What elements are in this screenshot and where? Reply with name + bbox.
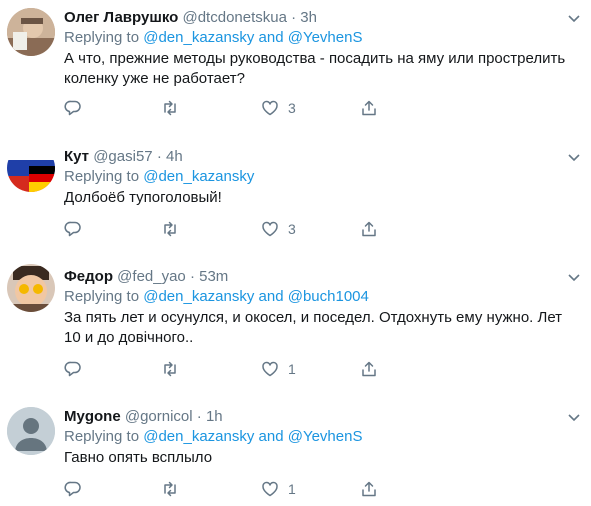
timestamp[interactable]: 53m xyxy=(199,268,228,285)
mention-link[interactable]: @YevhenS xyxy=(288,428,363,445)
retweet-button[interactable] xyxy=(161,479,188,499)
like-count: 3 xyxy=(288,221,296,237)
share-button[interactable] xyxy=(360,359,378,379)
separator: · xyxy=(196,408,202,425)
user-handle[interactable]: @dtcdonetskua xyxy=(182,9,286,26)
chevron-down-icon[interactable] xyxy=(567,410,581,424)
retweet-icon xyxy=(164,221,176,237)
retweet-button[interactable] xyxy=(161,98,188,118)
separator: · xyxy=(291,9,297,26)
tweet[interactable]: Олег Лаврушко @dtcdonetskua · 3h Replyin… xyxy=(0,0,591,134)
reply-icon xyxy=(64,481,81,497)
like-icon xyxy=(262,481,278,497)
reply-button[interactable] xyxy=(64,479,91,499)
avatar[interactable] xyxy=(7,8,55,56)
mention-link[interactable]: @den_kazansky xyxy=(143,428,254,445)
replying-to: Replying to @den_kazansky xyxy=(64,168,255,185)
share-icon xyxy=(362,481,376,497)
like-button[interactable]: 3 xyxy=(261,219,296,239)
tweet[interactable]: Mygone @gornicol · 1h Replying to @den_k… xyxy=(0,393,591,506)
reply-icon xyxy=(64,221,81,237)
mention-link[interactable]: @buch1004 xyxy=(288,288,369,305)
tweet[interactable]: Кут @gasi57 · 4h Replying to @den_kazans… xyxy=(0,133,591,253)
timestamp[interactable]: 4h xyxy=(166,148,183,165)
tweet-text: А что, прежние методы руководства - поса… xyxy=(64,50,566,87)
like-button[interactable]: 1 xyxy=(261,359,296,379)
mention-link[interactable]: @den_kazansky xyxy=(143,29,254,46)
like-count: 1 xyxy=(288,481,296,497)
share-icon xyxy=(362,221,376,237)
reply-button[interactable] xyxy=(64,359,91,379)
display-name[interactable]: Федор xyxy=(64,268,113,285)
like-icon xyxy=(262,100,278,116)
retweet-button[interactable] xyxy=(161,219,188,239)
display-name[interactable]: Олег Лаврушко xyxy=(64,9,178,26)
reply-icon xyxy=(64,361,81,377)
avatar-photo xyxy=(7,8,55,56)
like-icon xyxy=(262,221,278,237)
share-button[interactable] xyxy=(360,479,378,499)
avatar[interactable] xyxy=(7,144,55,192)
retweet-button[interactable] xyxy=(161,359,188,379)
avatar-photo xyxy=(7,144,55,192)
replying-to: Replying to @den_kazansky and @buch1004 xyxy=(64,288,369,305)
tweet[interactable]: Федор @fed_yao · 53m Replying to @den_ka… xyxy=(0,252,591,394)
mention-link[interactable]: @den_kazansky xyxy=(143,168,254,185)
display-name[interactable]: Кут xyxy=(64,148,89,165)
mention-joiner: and xyxy=(258,29,284,46)
default-avatar-icon xyxy=(7,407,55,455)
chevron-down-icon[interactable] xyxy=(567,270,581,284)
like-count: 1 xyxy=(288,361,296,377)
timestamp[interactable]: 3h xyxy=(300,9,317,26)
share-button[interactable] xyxy=(360,219,378,239)
mention-joiner: and xyxy=(258,288,284,305)
timestamp[interactable]: 1h xyxy=(206,408,223,425)
like-button[interactable]: 1 xyxy=(261,479,296,499)
chevron-down-icon[interactable] xyxy=(567,150,581,164)
mention-link[interactable]: @YevhenS xyxy=(288,29,363,46)
mention-joiner: and xyxy=(258,428,284,445)
reply-icon xyxy=(64,100,81,116)
tweet-text: За пять лет и осунулся, и окосел, и посе… xyxy=(64,309,563,346)
chevron-down-icon[interactable] xyxy=(567,11,581,25)
share-icon xyxy=(362,361,376,377)
retweet-icon xyxy=(164,481,176,497)
retweet-icon xyxy=(164,100,176,116)
share-icon xyxy=(362,100,376,116)
avatar[interactable] xyxy=(7,407,55,455)
retweet-icon xyxy=(164,361,176,377)
separator: · xyxy=(156,148,162,165)
tweet-text: Гавно опять всплыло xyxy=(64,449,213,466)
like-icon xyxy=(262,361,278,377)
avatar[interactable] xyxy=(7,264,55,312)
mention-link[interactable]: @den_kazansky xyxy=(143,288,254,305)
reply-button[interactable] xyxy=(64,219,91,239)
like-button[interactable]: 3 xyxy=(261,98,296,118)
like-count: 3 xyxy=(288,100,296,116)
display-name[interactable]: Mygone xyxy=(64,408,121,425)
tweet-text: Долбоёб тупоголовый! xyxy=(64,189,222,206)
user-handle[interactable]: @gasi57 xyxy=(93,148,152,165)
reply-button[interactable] xyxy=(64,98,91,118)
share-button[interactable] xyxy=(360,98,378,118)
user-handle[interactable]: @fed_yao xyxy=(117,268,186,285)
replying-to: Replying to @den_kazansky and @YevhenS xyxy=(64,428,363,445)
user-handle[interactable]: @gornicol xyxy=(125,408,193,425)
separator: · xyxy=(189,268,195,285)
avatar-photo xyxy=(7,264,55,312)
replying-to: Replying to @den_kazansky and @YevhenS xyxy=(64,29,363,46)
